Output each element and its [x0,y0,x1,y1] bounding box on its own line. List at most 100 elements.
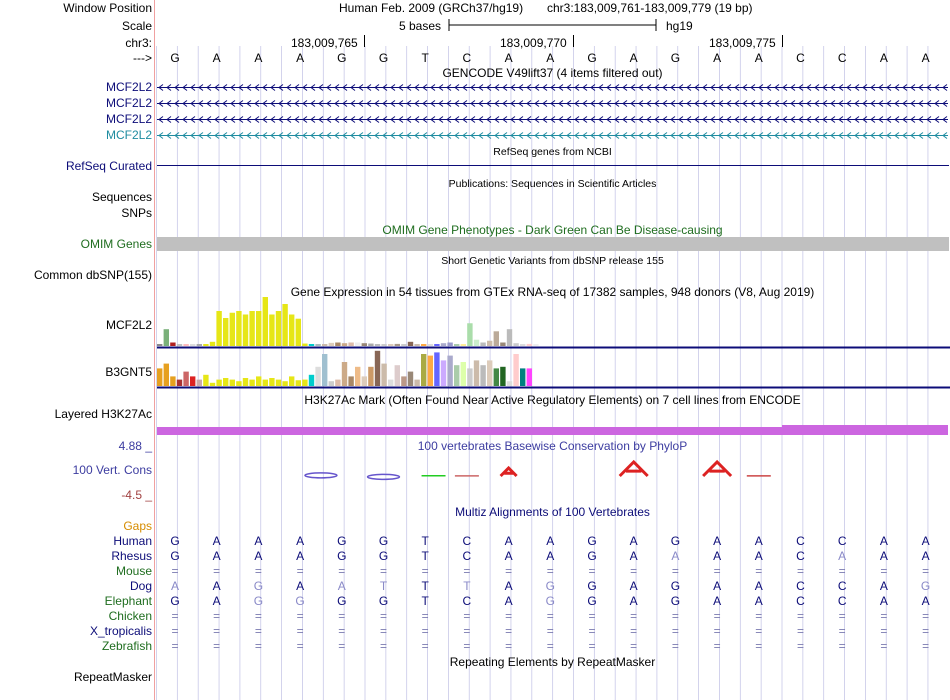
repeatmasker-label[interactable]: RepeatMasker [74,670,152,684]
snps-label[interactable]: SNPs [121,206,152,220]
gtex-b3gnt5-bar [427,355,433,386]
gtex-mcf2l2-bar [209,341,216,346]
alignment-base: T [379,579,388,593]
species-label[interactable]: Rhesus [111,549,152,563]
gtex-b3gnt5-bar [196,379,202,386]
alignment-base: = [671,564,679,578]
alignment-base: = [838,609,846,623]
gencode-transcript [157,84,948,91]
gtex-gene-label[interactable]: MCF2L2 [106,318,152,332]
alignment-base: = [171,609,179,623]
alignment-base: A [546,534,555,548]
alignment-base: = [254,609,262,623]
gtex-b3gnt5-bar [163,363,169,386]
layered-h3k27ac-label[interactable]: Layered H3K27Ac [55,407,152,421]
species-label[interactable]: Human [113,534,152,548]
alignment-base: = [463,639,471,653]
refseq-line[interactable] [157,165,949,166]
gtex-b3gnt5-bar [460,362,466,386]
alignment-base: A [296,534,305,548]
species-label[interactable]: Elephant [105,594,152,608]
alignment-base: G [170,549,180,563]
omim-bar[interactable] [157,237,949,251]
base-letter: C [796,51,805,65]
gtex-b3gnt5-bar [506,381,513,386]
cons-track-label[interactable]: 100 Vert. Cons [73,463,152,477]
alignment-base: = [254,564,262,578]
alignment-base: = [505,624,513,638]
gtex-expression-chart[interactable] [155,296,950,392]
omim-label[interactable]: OMIM Genes [81,237,152,251]
alignment-base: = [713,564,721,578]
alignment-base: A [713,579,722,593]
species-label[interactable]: Chicken [109,609,152,623]
gencode-gene-label[interactable]: MCF2L2 [106,80,152,94]
gtex-mcf2l2-bar [249,311,255,346]
h3k27ac-signal[interactable] [155,423,950,439]
gtex-b3gnt5-bar [348,376,354,386]
gtex-mcf2l2-bar [434,344,440,346]
alignment-base: G [295,594,305,608]
species-label[interactable]: Mouse [116,564,152,578]
chrom-label[interactable]: chr3: [125,36,152,50]
gencode-gene-label[interactable]: MCF2L2 [106,128,152,142]
alignment-base: A [879,534,888,548]
alignment-base: = [880,624,888,638]
strand-arrow-label[interactable]: ---> [133,51,152,65]
gtex-b3gnt5-bar [328,381,334,386]
tick-label: 183,009,775 [709,36,776,50]
gtex-b3gnt5-bar [440,360,447,386]
assembly-label: Human Feb. 2009 (GRCh37/hg19) [339,1,524,15]
alignment-base: C [837,534,847,548]
gencode-gene-label[interactable]: MCF2L2 [106,96,152,110]
alignment-base: = [922,564,930,578]
gtex-mcf2l2-bar [454,344,460,346]
alignment-base: = [505,564,513,578]
gtex-mcf2l2-bar [440,343,447,346]
alignment-base: = [379,564,387,578]
gencode-gene-label[interactable]: MCF2L2 [106,112,152,126]
gencode-transcripts[interactable] [155,80,950,142]
alignment-base: = [171,624,179,638]
base-letter: A [879,51,888,65]
gtex-b3gnt5-bar [401,376,407,386]
alignment-base: = [546,609,554,623]
phylop-conservation[interactable] [155,452,950,502]
alignment-base: = [296,624,304,638]
gtex-mcf2l2-bar [229,312,235,346]
scale-label[interactable]: Scale [122,19,152,33]
tick-mark [782,35,783,47]
gtex-gene-label[interactable]: B3GNT5 [105,365,152,379]
alignment-base: = [922,639,930,653]
alignment-base: = [713,609,721,623]
common-dbsnp-label[interactable]: Common dbSNP(155) [34,268,152,282]
alignment-base: = [796,624,804,638]
base-letter: G [670,51,681,65]
window-position-label[interactable]: Window Position [63,1,152,15]
species-label[interactable]: Zebrafish [102,639,152,653]
gtex-mcf2l2-bar [467,323,473,346]
alignment-base: = [713,639,721,653]
alignment-base: A [671,549,680,563]
base-letter: G [337,51,347,65]
gtex-b3gnt5-bar [216,379,222,386]
sequences-label[interactable]: Sequences [92,190,152,204]
gtex-mcf2l2-bar [275,311,282,346]
species-label[interactable]: X_tropicalis [90,624,152,638]
gtex-mcf2l2-bar [196,344,202,346]
gtex-b3gnt5-bar [308,374,315,386]
alignment-base: A [713,534,722,548]
refseq-label[interactable]: RefSeq Curated [66,159,152,173]
alignment-base: A [212,534,221,548]
alignment-base: A [879,594,888,608]
species-label[interactable]: Dog [130,579,152,593]
gaps-label[interactable]: Gaps [123,519,152,533]
alignment-base: C [462,549,472,563]
omim-title: OMIM Gene Phenotypes - Dark Green Can Be… [382,223,723,237]
gtex-mcf2l2-bar [289,314,295,346]
gencode-transcript [157,100,948,107]
gtex-b3gnt5-bar [203,374,209,386]
alignment-base: = [588,639,596,653]
gtex-b3gnt5-bar [269,378,275,386]
alignment-base: = [922,624,930,638]
